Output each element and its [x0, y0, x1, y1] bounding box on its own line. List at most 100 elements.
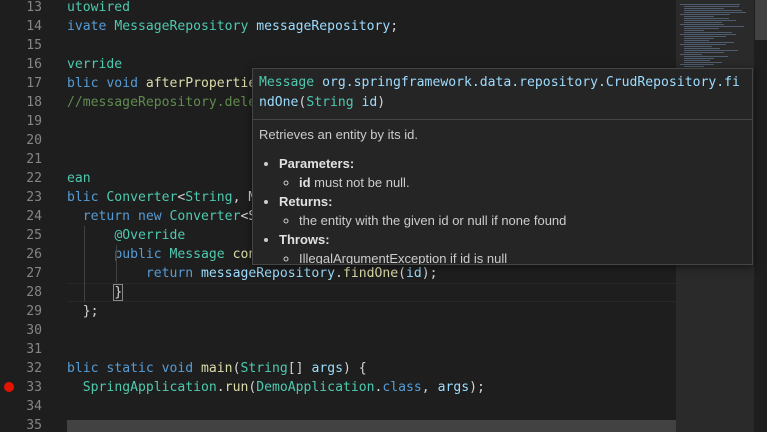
code-token: blic — [67, 361, 107, 376]
line-number: 25 — [26, 228, 42, 243]
code-line[interactable]: 15 — [0, 36, 676, 55]
code-token: ( — [398, 266, 407, 281]
code-token: ); — [469, 380, 485, 395]
minimap-line — [680, 44, 726, 45]
code-token: run — [224, 380, 249, 395]
line-number: 30 — [26, 323, 42, 338]
minimap-line — [684, 6, 739, 7]
hover-section-item: the entity with the given id or null if … — [299, 211, 744, 230]
line-number: 19 — [26, 114, 42, 129]
line-number: 16 — [26, 57, 42, 72]
code-token: [] — [287, 361, 312, 376]
minimap-line — [684, 58, 714, 59]
line-code: blic Converter<String, M — [67, 188, 256, 207]
signature-close-paren: ) — [377, 95, 386, 110]
line-code: return new Converter<S — [67, 207, 256, 226]
line-code: return messageRepository.findOne(id); — [67, 264, 438, 283]
code-line[interactable]: 13 utowired — [0, 0, 676, 17]
horizontal-scrollbar[interactable] — [67, 420, 676, 432]
line-code: //messageRepository.dele — [67, 93, 256, 112]
vertical-scrollbar[interactable] — [753, 0, 767, 432]
code-token: ) { — [342, 361, 367, 376]
code-token: args — [311, 361, 343, 376]
minimap-line — [684, 62, 722, 63]
line-number: 29 — [26, 304, 42, 319]
line-code: blic static void main(String[] args) { — [67, 359, 367, 378]
code-editor[interactable]: 13 utowired 14 ivate MessageRepository mess… — [0, 0, 767, 432]
code-token: Message — [169, 247, 233, 262]
line-number: 26 — [26, 247, 42, 262]
minimap-line — [680, 34, 736, 35]
code-token: String — [240, 361, 288, 376]
code-line[interactable]: 34 — [0, 397, 676, 416]
code-line[interactable]: 32 blic static void main(String[] args) { — [0, 359, 676, 378]
code-token: DemoApplication — [256, 380, 375, 395]
signature-param-type: String — [306, 95, 354, 110]
code-line[interactable]: 27 return messageRepository.findOne(id); — [0, 264, 676, 283]
signature-param-name: id — [361, 95, 378, 110]
line-number: 28 — [26, 285, 42, 300]
code-token: args — [437, 380, 470, 395]
minimap-line — [684, 40, 709, 41]
code-line[interactable]: 31 — [0, 340, 676, 359]
vertical-scrollbar-thumb[interactable] — [755, 0, 767, 40]
hover-signature: Message org.springframework.data.reposit… — [253, 69, 752, 120]
indent-guide — [116, 245, 117, 283]
code-token: }; — [67, 304, 99, 319]
code-line[interactable]: 33 SpringApplication.run(DemoApplication… — [0, 378, 676, 397]
line-number: 18 — [26, 95, 42, 110]
code-token: findOne — [342, 266, 399, 281]
line-number: 22 — [26, 171, 42, 186]
minimap-line — [684, 28, 719, 29]
minimap-line — [684, 16, 714, 17]
code-token: messageRepository — [201, 266, 336, 281]
line-number: 17 — [26, 76, 42, 91]
minimap-line — [684, 66, 704, 67]
minimap-line — [684, 46, 712, 47]
code-token: } — [113, 284, 124, 301]
line-number: 31 — [26, 342, 42, 357]
code-line[interactable]: 30 — [0, 321, 676, 340]
minimap-line — [684, 50, 738, 51]
minimap-line — [684, 18, 729, 19]
hover-item-param: id — [299, 175, 311, 190]
code-token: messageRepository — [256, 19, 391, 34]
hover-section-item: id must not be null. — [299, 173, 744, 192]
line-number: 35 — [26, 418, 42, 432]
code-token: void — [106, 76, 146, 91]
hover-section-items: id must not be null. — [279, 173, 744, 192]
code-token: public — [114, 247, 170, 262]
line-number: 14 — [26, 19, 42, 34]
code-line[interactable]: 29 }; — [0, 302, 676, 321]
code-token: class — [382, 380, 422, 395]
code-token: blic — [67, 76, 107, 91]
breakpoint-icon[interactable] — [4, 382, 14, 392]
code-token: . — [216, 380, 225, 395]
hover-section-title: Throws: — [279, 232, 330, 247]
code-line[interactable]: 28 } — [0, 283, 676, 302]
horizontal-scrollbar-thumb[interactable] — [67, 420, 676, 432]
minimap-line — [684, 38, 714, 39]
minimap-line — [684, 12, 746, 13]
code-token: blic — [67, 190, 107, 205]
code-token: . — [335, 266, 343, 281]
line-number: 34 — [26, 399, 42, 414]
code-token: Converter — [106, 190, 178, 205]
minimap-line — [684, 48, 720, 49]
code-token: void — [161, 361, 202, 376]
line-number: 23 — [26, 190, 42, 205]
minimap-line — [684, 36, 726, 37]
line-code: verride — [67, 55, 122, 74]
line-number: 24 — [26, 209, 42, 224]
code-token: //messageRepository.dele — [67, 95, 257, 110]
hover-sections: Parameters: id must not be null. Returns: t… — [259, 154, 744, 264]
hover-description: Retrieves an entity by its id. — [259, 127, 418, 142]
line-code: public Message con — [67, 245, 256, 264]
hover-section-item: IllegalArgumentException if id is null — [299, 249, 744, 264]
code-token: id — [406, 266, 422, 281]
code-line[interactable]: 14 ivate MessageRepository messageReposit… — [0, 17, 676, 36]
hover-section-items: IllegalArgumentException if id is null — [279, 249, 744, 264]
